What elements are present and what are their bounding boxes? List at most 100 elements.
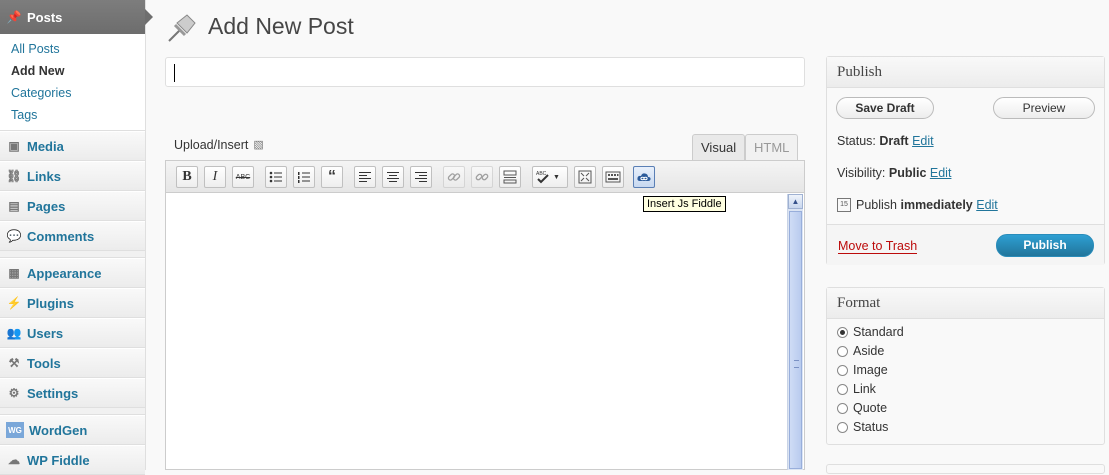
radio[interactable]	[837, 345, 848, 357]
scroll-up-button[interactable]: ▲	[788, 194, 803, 209]
format-label: Standard	[853, 325, 904, 339]
menu-settings-label: Settings	[27, 385, 79, 401]
tooltip: Insert Js Fiddle	[643, 196, 726, 212]
radio[interactable]	[837, 364, 848, 376]
menu-pages[interactable]: ▤ Pages	[0, 191, 145, 221]
radio[interactable]	[837, 421, 848, 433]
status-label: Status:	[837, 134, 876, 148]
fullscreen-button[interactable]	[574, 166, 596, 188]
publish-button[interactable]: Publish	[996, 234, 1094, 257]
menu-plugins-label: Plugins	[27, 295, 74, 311]
menu-appearance[interactable]: ▦ Appearance	[0, 258, 145, 288]
format-option-aside[interactable]: Aside	[837, 344, 884, 358]
tab-html[interactable]: HTML	[745, 134, 799, 160]
menu-links-label: Links	[27, 168, 61, 184]
status-value: Draft	[879, 134, 909, 148]
menu-tools[interactable]: ⚒ Tools	[0, 348, 145, 378]
bullet-list-button[interactable]	[265, 166, 287, 188]
radio[interactable]	[837, 402, 848, 414]
editor-content-area[interactable]: ▲	[165, 192, 805, 470]
submenu-tags[interactable]: Tags	[0, 104, 145, 126]
pages-icon: ▤	[8, 199, 20, 213]
blockquote-button[interactable]: “	[321, 166, 343, 188]
menu-media[interactable]: ▣ Media	[0, 131, 145, 161]
align-right-icon	[415, 172, 427, 182]
format-label: Status	[853, 420, 889, 434]
insert-more-button[interactable]	[499, 166, 521, 188]
appearance-icon: ▦	[8, 266, 20, 280]
submenu-categories[interactable]: Categories	[0, 82, 145, 104]
media-icon: ▣	[8, 139, 20, 153]
publish-box: Publish Save Draft Preview Status: Draft…	[826, 56, 1105, 265]
spellcheck-button[interactable]: ABC ▼	[532, 166, 568, 188]
settings-icon: ⚙	[8, 386, 20, 400]
format-label: Quote	[853, 401, 888, 415]
menu-posts[interactable]: 📌 Posts	[0, 0, 153, 34]
plugin-icon: ⚡	[6, 296, 22, 310]
menu-plugins[interactable]: ⚡ Plugins	[0, 288, 145, 318]
comment-icon: 💬	[6, 229, 22, 243]
menu-settings[interactable]: ⚙ Settings	[0, 378, 145, 408]
insert-link-button[interactable]	[443, 166, 465, 188]
scroll-thumb[interactable]	[789, 211, 802, 469]
numbered-list-icon	[298, 172, 310, 183]
radio[interactable]	[837, 383, 848, 395]
menu-separator	[0, 408, 145, 415]
spellcheck-icon: ABC	[536, 171, 549, 184]
bold-button[interactable]: B	[176, 166, 198, 188]
format-option-link[interactable]: Link	[837, 382, 876, 396]
tab-visual[interactable]: Visual	[692, 134, 746, 160]
major-publishing-actions: Move to Trash Publish	[827, 224, 1104, 265]
strikethrough-button[interactable]: ABC	[232, 166, 254, 188]
preview-button[interactable]: Preview	[993, 97, 1095, 119]
editor-scrollbar[interactable]: ▲	[787, 194, 803, 470]
italic-button[interactable]: I	[204, 166, 226, 188]
insert-jsfiddle-button[interactable]	[633, 166, 655, 188]
bullet-list-icon	[269, 171, 282, 183]
kitchen-sink-button[interactable]	[602, 166, 624, 188]
edit-status-link[interactable]: Edit	[912, 134, 934, 148]
pushpin-icon	[168, 14, 196, 42]
format-option-image[interactable]: Image	[837, 363, 888, 377]
menu-separator	[0, 251, 145, 258]
scroll-grip	[794, 360, 799, 368]
users-icon: 👥	[6, 326, 22, 340]
menu-links[interactable]: ⛓ Links	[0, 161, 145, 191]
format-option-standard[interactable]: Standard	[837, 325, 904, 339]
edit-schedule-link[interactable]: Edit	[976, 198, 998, 212]
pin-icon: 📌	[6, 10, 22, 24]
submenu-add-new[interactable]: Add New	[0, 60, 145, 82]
menu-posts-label: Posts	[27, 9, 63, 25]
submenu-all-posts[interactable]: All Posts	[0, 38, 145, 60]
move-to-trash-link[interactable]: Move to Trash	[838, 239, 918, 254]
format-option-quote[interactable]: Quote	[837, 401, 887, 415]
upload-insert[interactable]: Upload/Insert ▧	[174, 138, 269, 152]
menu-users[interactable]: 👥 Users	[0, 318, 145, 348]
align-center-button[interactable]	[382, 166, 404, 188]
save-draft-button[interactable]: Save Draft	[836, 97, 934, 119]
unlink-icon	[475, 173, 489, 181]
format-option-status[interactable]: Status	[837, 420, 888, 434]
cloud-icon	[637, 173, 651, 181]
menu-wpfiddle[interactable]: ☁ WP Fiddle	[0, 445, 145, 475]
align-left-button[interactable]	[354, 166, 376, 188]
numbered-list-button[interactable]	[293, 166, 315, 188]
menu-comments-label: Comments	[27, 228, 95, 244]
radio-checked[interactable]	[837, 326, 848, 338]
schedule-label: Publish	[856, 198, 897, 212]
post-title-input[interactable]	[165, 57, 805, 87]
visibility-row: Visibility: Public Edit	[837, 166, 951, 180]
menu-wordgen[interactable]: WG WordGen	[0, 415, 145, 445]
unlink-button[interactable]	[471, 166, 493, 188]
menu-wordgen-label: WordGen	[29, 422, 88, 438]
admin-sidebar: 📌 Posts All Posts Add New Categories Tag…	[0, 0, 153, 475]
more-tag-icon	[503, 170, 517, 184]
menu-comments[interactable]: 💬 Comments	[0, 221, 145, 251]
menu-users-label: Users	[27, 325, 64, 341]
edit-visibility-link[interactable]: Edit	[930, 166, 952, 180]
format-label: Link	[853, 382, 876, 396]
visibility-value: Public	[888, 166, 927, 180]
align-right-button[interactable]	[410, 166, 432, 188]
add-media-icon[interactable]: ▧	[253, 138, 269, 152]
toolbar-toggle-icon	[605, 171, 621, 183]
